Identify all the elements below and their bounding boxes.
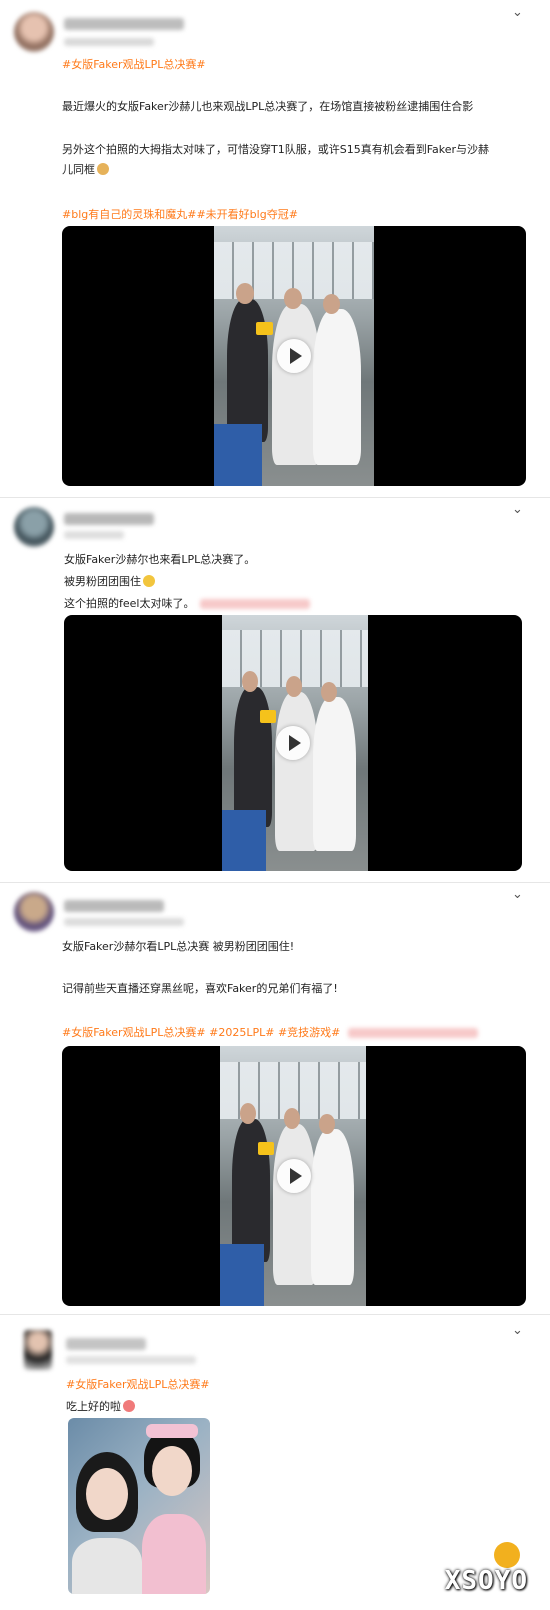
post-text-line: 被男粉团团围住 — [64, 573, 155, 589]
username-blurred[interactable] — [64, 513, 154, 525]
post-text-line: 儿同框 — [62, 161, 109, 177]
post-text-line: 另外这个拍照的大拇指太对味了，可惜没穿T1队服，或许S15真有机会看到Faker… — [62, 143, 490, 156]
topic-tag[interactable]: #女版Faker观战LPL总决赛# — [62, 56, 206, 72]
chevron-down-icon[interactable]: ⌄ — [512, 1324, 523, 1337]
play-icon[interactable] — [277, 339, 311, 373]
post-text-line: 女版Faker沙赫尔也来看LPL总决赛了。 — [64, 553, 256, 566]
topic-tag[interactable]: #女版Faker观战LPL总决赛# — [66, 1376, 210, 1392]
post-text-line: 这个拍照的feel太对味了。 — [64, 595, 311, 611]
link-blurred[interactable] — [200, 599, 311, 609]
video-player[interactable] — [64, 615, 522, 871]
post-text-line: 吃上好的啦 — [66, 1398, 135, 1414]
play-icon[interactable] — [276, 726, 310, 760]
chevron-down-icon[interactable]: ⌄ — [512, 503, 523, 516]
topic-tags[interactable]: #blg有自己的灵珠和魔丸##未开看好blg夺冠# — [62, 206, 298, 222]
post-4: ⌄ #女版Faker观战LPL总决赛# 吃上好的啦 XSOYO — [0, 1314, 550, 1610]
post-text-line: 记得前些天直播还穿黑丝呢，喜欢Faker的兄弟们有福了! — [62, 982, 338, 995]
chevron-down-icon[interactable]: ⌄ — [512, 888, 523, 901]
post-1: ⌄ #女版Faker观战LPL总决赛# 最近爆火的女版Faker沙赫儿也来观战L… — [0, 0, 550, 498]
post-3: ⌄ 女版Faker沙赫尔看LPL总决赛 被男粉团团围住! 记得前些天直播还穿黑丝… — [0, 882, 550, 1315]
video-player[interactable] — [62, 1046, 526, 1306]
post-2: ⌄ 女版Faker沙赫尔也来看LPL总决赛了。 被男粉团团围住 这个拍照的fee… — [0, 497, 550, 883]
avatar[interactable] — [24, 1330, 52, 1370]
topic-tags[interactable]: #女版Faker观战LPL总决赛# #2025LPL# #竞技游戏# — [62, 1024, 479, 1040]
sun-logo-icon — [494, 1542, 520, 1568]
avatar[interactable] — [14, 12, 54, 52]
post-meta-blurred — [64, 38, 154, 46]
chevron-down-icon[interactable]: ⌄ — [512, 6, 523, 19]
post-meta-blurred — [64, 918, 184, 926]
doge-emoji-icon — [97, 163, 109, 175]
laugh-emoji-icon — [143, 575, 155, 587]
post-photo[interactable] — [68, 1418, 210, 1594]
video-player[interactable] — [62, 226, 526, 486]
post-meta-blurred — [66, 1356, 196, 1364]
play-icon[interactable] — [277, 1159, 311, 1193]
kiss-emoji-icon — [123, 1400, 135, 1412]
username-blurred[interactable] — [64, 18, 184, 30]
post-meta-blurred — [64, 531, 124, 539]
watermark: XSOYO — [444, 1566, 528, 1596]
post-text-line: 女版Faker沙赫尔看LPL总决赛 被男粉团团围住! — [62, 940, 295, 953]
avatar[interactable] — [14, 507, 54, 547]
username-blurred[interactable] — [64, 900, 164, 912]
post-text-line: 最近爆火的女版Faker沙赫儿也来观战LPL总决赛了，在场馆直接被粉丝逮捕围住合… — [62, 100, 474, 113]
avatar[interactable] — [14, 892, 54, 932]
username-blurred[interactable] — [66, 1338, 146, 1350]
link-blurred[interactable] — [348, 1028, 479, 1038]
